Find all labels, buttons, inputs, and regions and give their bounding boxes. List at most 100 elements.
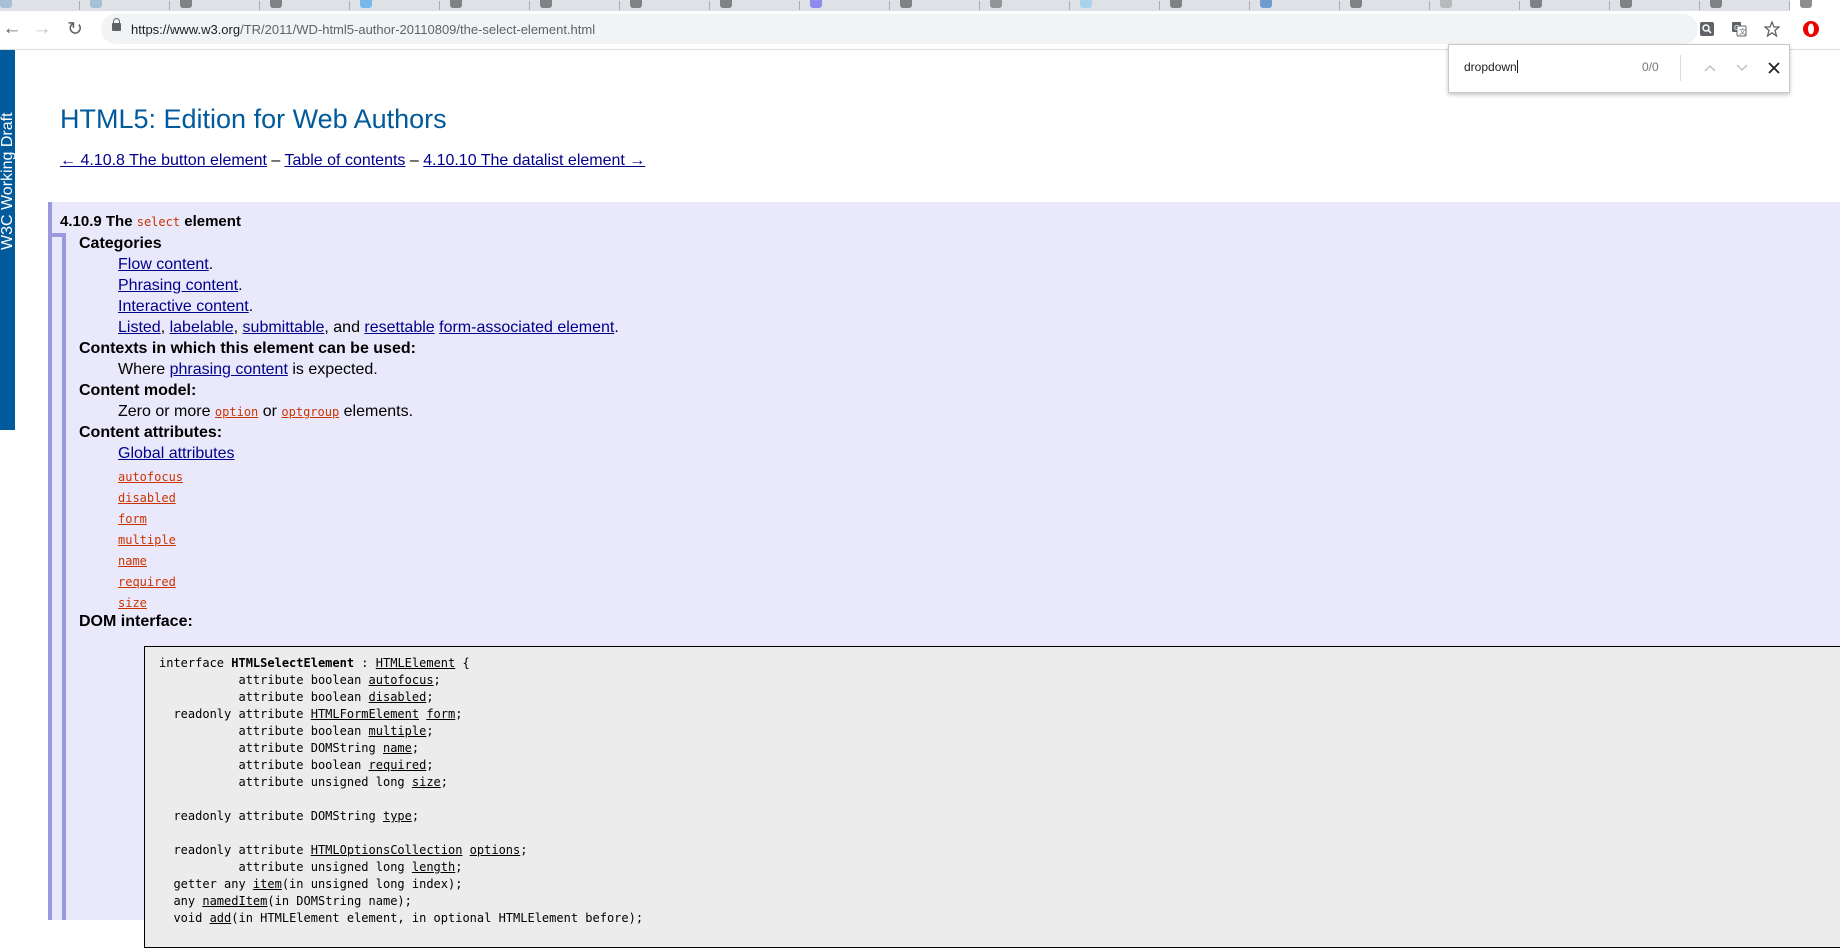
browser-tab[interactable] (350, 0, 440, 11)
idl-member-link[interactable]: disabled (369, 690, 427, 704)
idl-member-link[interactable]: type (383, 809, 412, 823)
attr-disabled-link[interactable]: disabled (118, 491, 176, 505)
nav-separator: – (266, 152, 285, 169)
option-element-link[interactable]: option (215, 405, 258, 419)
idl-member-link[interactable]: name (383, 741, 412, 755)
browser-tab[interactable] (80, 0, 170, 11)
browser-tab[interactable] (1430, 0, 1520, 11)
idl-member-link[interactable]: namedItem (202, 894, 267, 908)
browser-tab[interactable] (1340, 0, 1430, 11)
toc-link[interactable]: Table of contents (284, 152, 405, 169)
idl-member-link[interactable]: HTMLFormElement (311, 707, 419, 721)
translate-icon[interactable]: G文 (1731, 21, 1747, 37)
reload-icon: ↻ (67, 18, 83, 40)
idl-member-link[interactable]: item (253, 877, 282, 891)
svg-text:文: 文 (1739, 27, 1746, 36)
listed-link[interactable]: Listed (118, 319, 161, 336)
section-number: 4.10.9 The (60, 213, 137, 230)
reload-button[interactable]: ↻ (63, 17, 87, 41)
idl-line: void add(in HTMLElement element, in opti… (159, 911, 644, 925)
section-heading-end: element (180, 213, 241, 230)
browser-tab[interactable] (0, 0, 80, 11)
browser-tab[interactable] (1070, 0, 1160, 11)
idl-member-link[interactable]: add (210, 911, 232, 925)
forward-arrow-icon: → (32, 18, 52, 39)
attr-size-link[interactable]: size (118, 596, 147, 610)
labelable-link[interactable]: labelable (170, 319, 234, 336)
browser-tab[interactable] (620, 0, 710, 11)
attr-form-link[interactable]: form (118, 512, 147, 526)
browser-tab[interactable] (260, 0, 350, 11)
submittable-link[interactable]: submittable (243, 319, 325, 336)
tab-strip (0, 0, 1840, 11)
resettable-link[interactable]: resettable (364, 319, 434, 336)
tab-favicon-icon (270, 0, 282, 8)
idl-member-link[interactable]: multiple (369, 724, 427, 738)
next-section-link[interactable]: 4.10.10 The datalist element → (423, 152, 645, 169)
w3c-draft-banner[interactable]: W3C Working Draft (0, 50, 15, 430)
tab-favicon-icon (630, 0, 642, 8)
optgroup-element-link[interactable]: optgroup (281, 405, 339, 419)
zoom-icon[interactable] (1699, 21, 1715, 37)
attr-autofocus-link[interactable]: autofocus (118, 470, 183, 484)
attr-item: multiple (118, 531, 176, 549)
browser-tab[interactable] (1160, 0, 1250, 11)
form-associated-link[interactable]: form-associated element (439, 319, 614, 336)
browser-tab[interactable] (1700, 0, 1790, 11)
dom-interface-label: DOM interface: (79, 613, 193, 630)
address-bar[interactable]: https://www.w3.org/TR/2011/WD-html5-auth… (101, 14, 1747, 44)
browser-tab[interactable] (1790, 0, 1840, 11)
browser-tab[interactable] (1520, 0, 1610, 11)
global-attributes-link[interactable]: Global attributes (118, 445, 235, 462)
idl-parent-link[interactable]: HTMLElement (376, 656, 455, 670)
browser-tab[interactable] (1610, 0, 1700, 11)
idl-member-link[interactable]: autofocus (369, 673, 434, 687)
phrasing-content-link[interactable]: Phrasing content (118, 277, 238, 294)
categories-label: Categories (79, 235, 162, 252)
category-interactive: Interactive content. (118, 298, 254, 315)
forward-button[interactable]: → (30, 17, 54, 41)
prev-section-link[interactable]: ← 4.10.8 The button element (60, 152, 267, 169)
browser-tab[interactable] (710, 0, 800, 11)
attr-required-link[interactable]: required (118, 575, 176, 589)
url-text[interactable]: https://www.w3.org/TR/2011/WD-html5-auth… (131, 22, 595, 37)
tab-favicon-icon (180, 0, 192, 8)
page-content: HTML5: Edition for Web Authors ← 4.10.8 … (0, 50, 1840, 948)
phrasing-content-context-link[interactable]: phrasing content (170, 361, 288, 378)
idl-line: attribute DOMString name; (159, 741, 420, 755)
browser-tab[interactable] (1250, 0, 1340, 11)
attr-multiple-link[interactable]: multiple (118, 533, 176, 547)
back-arrow-icon: ← (2, 18, 22, 39)
bookmark-star-icon[interactable] (1760, 17, 1784, 41)
idl-member-link[interactable]: size (412, 775, 441, 789)
tab-favicon-icon (990, 0, 1002, 8)
idl-code-block: interface HTMLSelectElement : HTMLElemen… (144, 646, 1840, 948)
browser-tab[interactable] (530, 0, 620, 11)
section-marker (52, 233, 66, 920)
attr-item: autofocus (118, 468, 183, 486)
idl-member-link[interactable]: options (470, 843, 521, 857)
tab-favicon-icon (810, 0, 822, 8)
idl-member-link[interactable]: HTMLOptionsCollection (311, 843, 463, 857)
interactive-content-link[interactable]: Interactive content (118, 298, 249, 315)
idl-member-link[interactable]: required (369, 758, 427, 772)
tab-favicon-icon (1530, 0, 1542, 8)
browser-tab[interactable] (980, 0, 1070, 11)
browser-tab[interactable] (170, 0, 260, 11)
tab-favicon-icon (1080, 0, 1092, 8)
content-model-label: Content model: (79, 382, 197, 399)
idl-member-link[interactable]: length (412, 860, 455, 874)
flow-content-link[interactable]: Flow content (118, 256, 209, 273)
attr-name-link[interactable]: name (118, 554, 147, 568)
tab-favicon-icon (1800, 0, 1812, 8)
browser-tab[interactable] (440, 0, 530, 11)
opera-extension-icon[interactable] (1799, 17, 1823, 41)
tab-favicon-icon (900, 0, 912, 8)
idl-line: readonly attribute HTMLFormElement form; (159, 707, 463, 721)
idl-member-link[interactable]: form (426, 707, 455, 721)
browser-tab[interactable] (800, 0, 890, 11)
browser-tab[interactable] (890, 0, 980, 11)
tab-favicon-icon (540, 0, 552, 8)
category-flow: Flow content. (118, 256, 214, 273)
back-button[interactable]: ← (0, 17, 24, 41)
